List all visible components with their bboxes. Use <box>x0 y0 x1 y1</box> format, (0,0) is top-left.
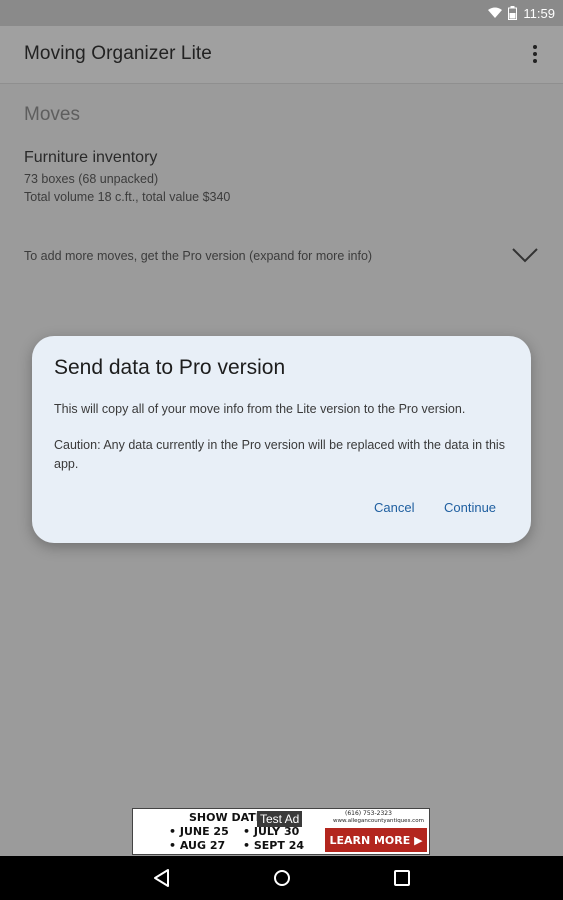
ad-learn-more-button[interactable]: LEARN MORE ▶ <box>325 828 427 852</box>
chevron-down-icon[interactable] <box>511 245 539 265</box>
continue-button[interactable]: Continue <box>444 500 496 515</box>
app-bar: Moving Organizer Lite <box>0 26 563 84</box>
ad-phone: (616) 753-2323 <box>345 810 392 817</box>
battery-icon <box>508 6 518 20</box>
app-title: Moving Organizer Lite <box>24 43 212 64</box>
send-data-dialog: Send data to Pro version This will copy … <box>32 336 531 543</box>
ad-date: • JUNE 25 <box>169 825 229 838</box>
section-title: Moves <box>24 104 80 125</box>
test-ad-badge: Test Ad <box>257 811 303 827</box>
back-icon[interactable] <box>150 866 174 890</box>
move-totals: Total volume 18 c.ft., total value $340 <box>24 190 231 204</box>
ad-date: • AUG 27 <box>169 839 226 852</box>
status-icons: 11:59 <box>488 4 555 22</box>
status-time: 11:59 <box>523 5 555 21</box>
pro-version-prompt[interactable]: To add more moves, get the Pro version (… <box>24 249 372 263</box>
dialog-title: Send data to Pro version <box>54 356 286 379</box>
move-box-count: 73 boxes (68 unpacked) <box>24 172 159 186</box>
dialog-message: This will copy all of your move info fro… <box>54 402 466 416</box>
home-icon[interactable] <box>270 866 294 890</box>
dialog-caution: Caution: Any data currently in the Pro v… <box>54 438 505 471</box>
status-bar: 11:59 <box>0 0 563 26</box>
ad-url: www.allegancountyantiques.com <box>333 818 424 824</box>
navigation-bar <box>0 856 563 900</box>
recents-icon[interactable] <box>390 866 414 890</box>
ad-date: • SEPT 24 <box>243 839 304 852</box>
move-name[interactable]: Furniture inventory <box>24 149 157 167</box>
overflow-menu-icon[interactable] <box>527 42 543 66</box>
ad-banner[interactable]: SHOW DATES • JUNE 25 • AUG 27 • JULY 30 … <box>132 808 430 855</box>
cancel-button[interactable]: Cancel <box>374 500 414 515</box>
wifi-icon <box>488 7 503 18</box>
